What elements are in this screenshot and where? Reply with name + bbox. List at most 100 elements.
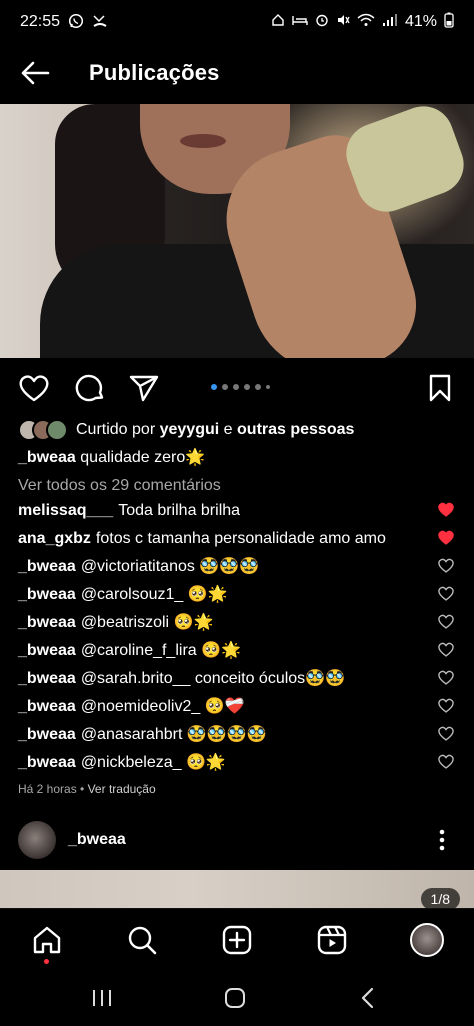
comment-row: _bweaa @victoriatitanos 🥸🥸🥸 (18, 554, 474, 580)
post-image[interactable] (0, 104, 474, 358)
nav-home[interactable] (30, 923, 64, 957)
nav-search[interactable] (125, 923, 159, 957)
carousel-dot (244, 384, 250, 390)
comment-row: _bweaa @nickbeleza_ 🥺🌟 (18, 750, 474, 776)
nav-create[interactable] (220, 923, 254, 957)
likes-connector: e (223, 421, 233, 438)
carousel-dot (255, 384, 261, 390)
arrow-left-icon (21, 61, 50, 85)
missed-call-icon (92, 13, 108, 32)
comment-username[interactable]: _bweaa (18, 752, 76, 774)
caption-text: qualidade zero🌟 (80, 449, 206, 466)
comment-row: _bweaa @sarah.brito__ conceito óculos🥸🥸 (18, 666, 474, 692)
heart-icon[interactable] (438, 754, 454, 770)
mute-icon (336, 13, 350, 32)
comment-username[interactable]: _bweaa (18, 584, 76, 606)
chevron-left-icon (361, 987, 374, 1009)
carousel-dot (233, 384, 239, 390)
view-all-comments-link[interactable]: Ver todos os 29 comentários (18, 475, 221, 497)
comment-username[interactable]: melissaq___ (18, 500, 113, 522)
comment-row: ana_gxbz fotos c tamanha personalidade am… (18, 526, 474, 552)
home-system-button[interactable] (215, 984, 255, 1012)
avatar (410, 923, 444, 957)
like-button[interactable] (18, 372, 50, 404)
comment-row: _bweaa @anasarahbrt 🥸🥸🥸🥸 (18, 722, 474, 748)
comment-username[interactable]: _bweaa (18, 612, 76, 634)
liker-avatars (18, 419, 68, 441)
battery-level: 41% (404, 13, 437, 30)
search-icon (128, 926, 157, 955)
comment-username[interactable]: _bweaa (18, 696, 76, 718)
comment-text: @beatriszoli 🥺🌟 (80, 614, 214, 631)
likes-summary[interactable]: Curtido por yeyygui e outras pessoas (18, 417, 354, 443)
comment-row: _bweaa @caroline_f_lira 🥺🌟 (18, 638, 474, 664)
bed-icon (292, 13, 308, 32)
heart-icon[interactable] (438, 670, 454, 686)
liker-username[interactable]: yeyygui (160, 421, 220, 439)
carousel-indicator (211, 384, 270, 390)
post-action-bar (0, 364, 474, 410)
carousel-counter: 1/8 (420, 888, 460, 910)
recent-apps-button[interactable] (82, 984, 122, 1012)
carousel-dot (222, 384, 228, 390)
heart-icon[interactable] (438, 614, 454, 630)
comment-text: @caroline_f_lira 🥺🌟 (80, 642, 241, 659)
nav-reels[interactable] (315, 923, 349, 957)
heart-icon[interactable] (438, 642, 454, 658)
comment-button[interactable] (74, 372, 106, 404)
next-post-username[interactable]: _bweaa (68, 831, 126, 849)
carousel-dot-active (211, 384, 217, 390)
time-ago: Há 2 horas (18, 782, 77, 796)
avatar[interactable] (18, 821, 56, 859)
comment-text: @carolsouz1_ 🥺🌟 (80, 586, 228, 603)
back-system-button[interactable] (348, 984, 388, 1012)
system-navigation-bar (0, 970, 474, 1026)
bookmark-icon (429, 374, 451, 402)
save-button[interactable] (424, 372, 456, 404)
battery-icon (444, 12, 454, 33)
heart-filled-icon[interactable] (438, 502, 454, 518)
comment-icon (75, 374, 104, 402)
app-header: Publicações (0, 44, 474, 102)
heart-icon[interactable] (438, 698, 454, 714)
meta-separator: • (80, 782, 85, 796)
likes-others-link[interactable]: outras pessoas (237, 421, 354, 439)
comment-text: @noemideoliv2_ 🥺❤️‍🩹 (80, 698, 245, 715)
recent-apps-icon (93, 990, 111, 1006)
comment-row: _bweaa @beatriszoli 🥺🌟 (18, 610, 474, 636)
comment-username[interactable]: _bweaa (18, 556, 76, 578)
post-caption: _bweaa qualidade zero🌟 (18, 447, 205, 469)
comment-text: @anasarahbrt 🥸🥸🥸🥸 (80, 726, 267, 743)
page-title: Publicações (89, 60, 220, 85)
comment-row: _bweaa @carolsouz1_ 🥺🌟 (18, 582, 474, 608)
next-post-image[interactable]: 1/8 (0, 870, 474, 910)
translate-link[interactable]: Ver tradução (88, 782, 156, 796)
signal-icon (382, 13, 398, 32)
comment-username[interactable]: _bweaa (18, 640, 76, 662)
comment-text: Toda brilha brilha (118, 502, 241, 519)
comment-username[interactable]: _bweaa (18, 668, 76, 690)
back-button[interactable] (15, 53, 55, 93)
alarm-icon (315, 13, 329, 32)
comment-row: melissaq___ Toda brilha brilha (18, 498, 474, 524)
share-button[interactable] (128, 372, 160, 404)
send-icon (129, 375, 159, 402)
comment-text: @victoriatitanos 🥸🥸🥸 (80, 558, 260, 575)
reels-icon (317, 925, 347, 955)
heart-icon (19, 375, 49, 402)
notification-dot (44, 959, 49, 964)
heart-icon[interactable] (438, 726, 454, 742)
home-circle-icon (225, 988, 245, 1008)
heart-filled-icon[interactable] (438, 530, 454, 546)
caption-username[interactable]: _bweaa (18, 449, 76, 466)
comment-username[interactable]: _bweaa (18, 724, 76, 746)
status-bar: 22:55 41% (0, 0, 474, 44)
post-meta: Há 2 horas • Ver tradução (18, 782, 156, 796)
heart-icon[interactable] (438, 586, 454, 602)
more-options-button[interactable] (430, 828, 454, 852)
heart-icon[interactable] (438, 558, 454, 574)
comment-username[interactable]: ana_gxbz (18, 528, 91, 550)
wifi-icon (357, 13, 375, 32)
nav-profile[interactable] (410, 923, 444, 957)
more-vertical-icon (439, 829, 445, 851)
